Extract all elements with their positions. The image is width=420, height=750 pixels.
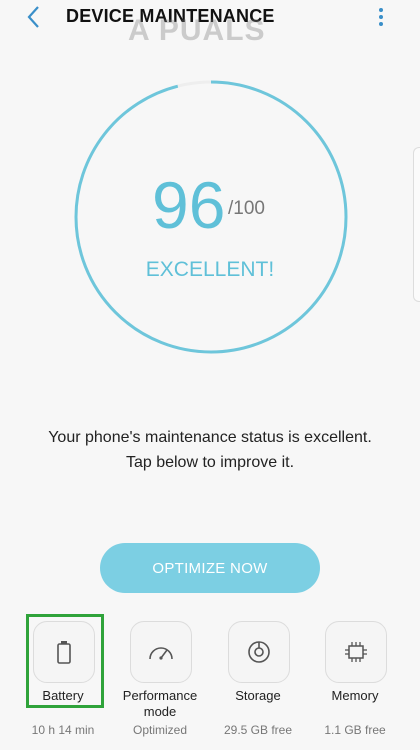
memory-label: Memory <box>331 688 379 703</box>
status-message-line2: Tap below to improve it. <box>125 454 295 471</box>
storage-tile[interactable] <box>228 621 290 683</box>
storage-value: 29.5 GB free <box>223 723 293 737</box>
performance-mode-tile[interactable] <box>130 621 192 683</box>
battery-value: 10 h 14 min <box>31 723 95 737</box>
performance-mode-label-line2: mode <box>143 704 177 719</box>
battery-highlight-box <box>26 614 104 708</box>
status-message-line1: Your phone's maintenance status is excel… <box>48 429 372 446</box>
score-max: /100 <box>228 198 265 219</box>
score-rating: EXCELLENT! <box>145 258 275 281</box>
optimize-now-button[interactable]: OPTIMIZE NOW <box>100 543 320 593</box>
back-button[interactable] <box>22 4 48 30</box>
score-value: 96 <box>152 168 226 242</box>
watermark-logo: A PUALS <box>128 14 266 47</box>
storage-icon <box>248 641 270 663</box>
status-message: Your phone's maintenance status is excel… <box>0 425 420 475</box>
memory-tile[interactable] <box>325 621 387 683</box>
chevron-left-icon <box>27 6 39 28</box>
performance-mode-label-line1: Performance <box>122 688 198 703</box>
storage-label: Storage <box>235 688 281 703</box>
performance-mode-value: Optimized <box>132 723 188 737</box>
more-options-button[interactable] <box>372 6 390 30</box>
performance-mode-label: Performance mode <box>110 688 210 720</box>
speedometer-icon <box>149 647 173 660</box>
memory-chip-icon <box>345 642 367 662</box>
memory-value: 1.1 GB free <box>324 723 386 737</box>
